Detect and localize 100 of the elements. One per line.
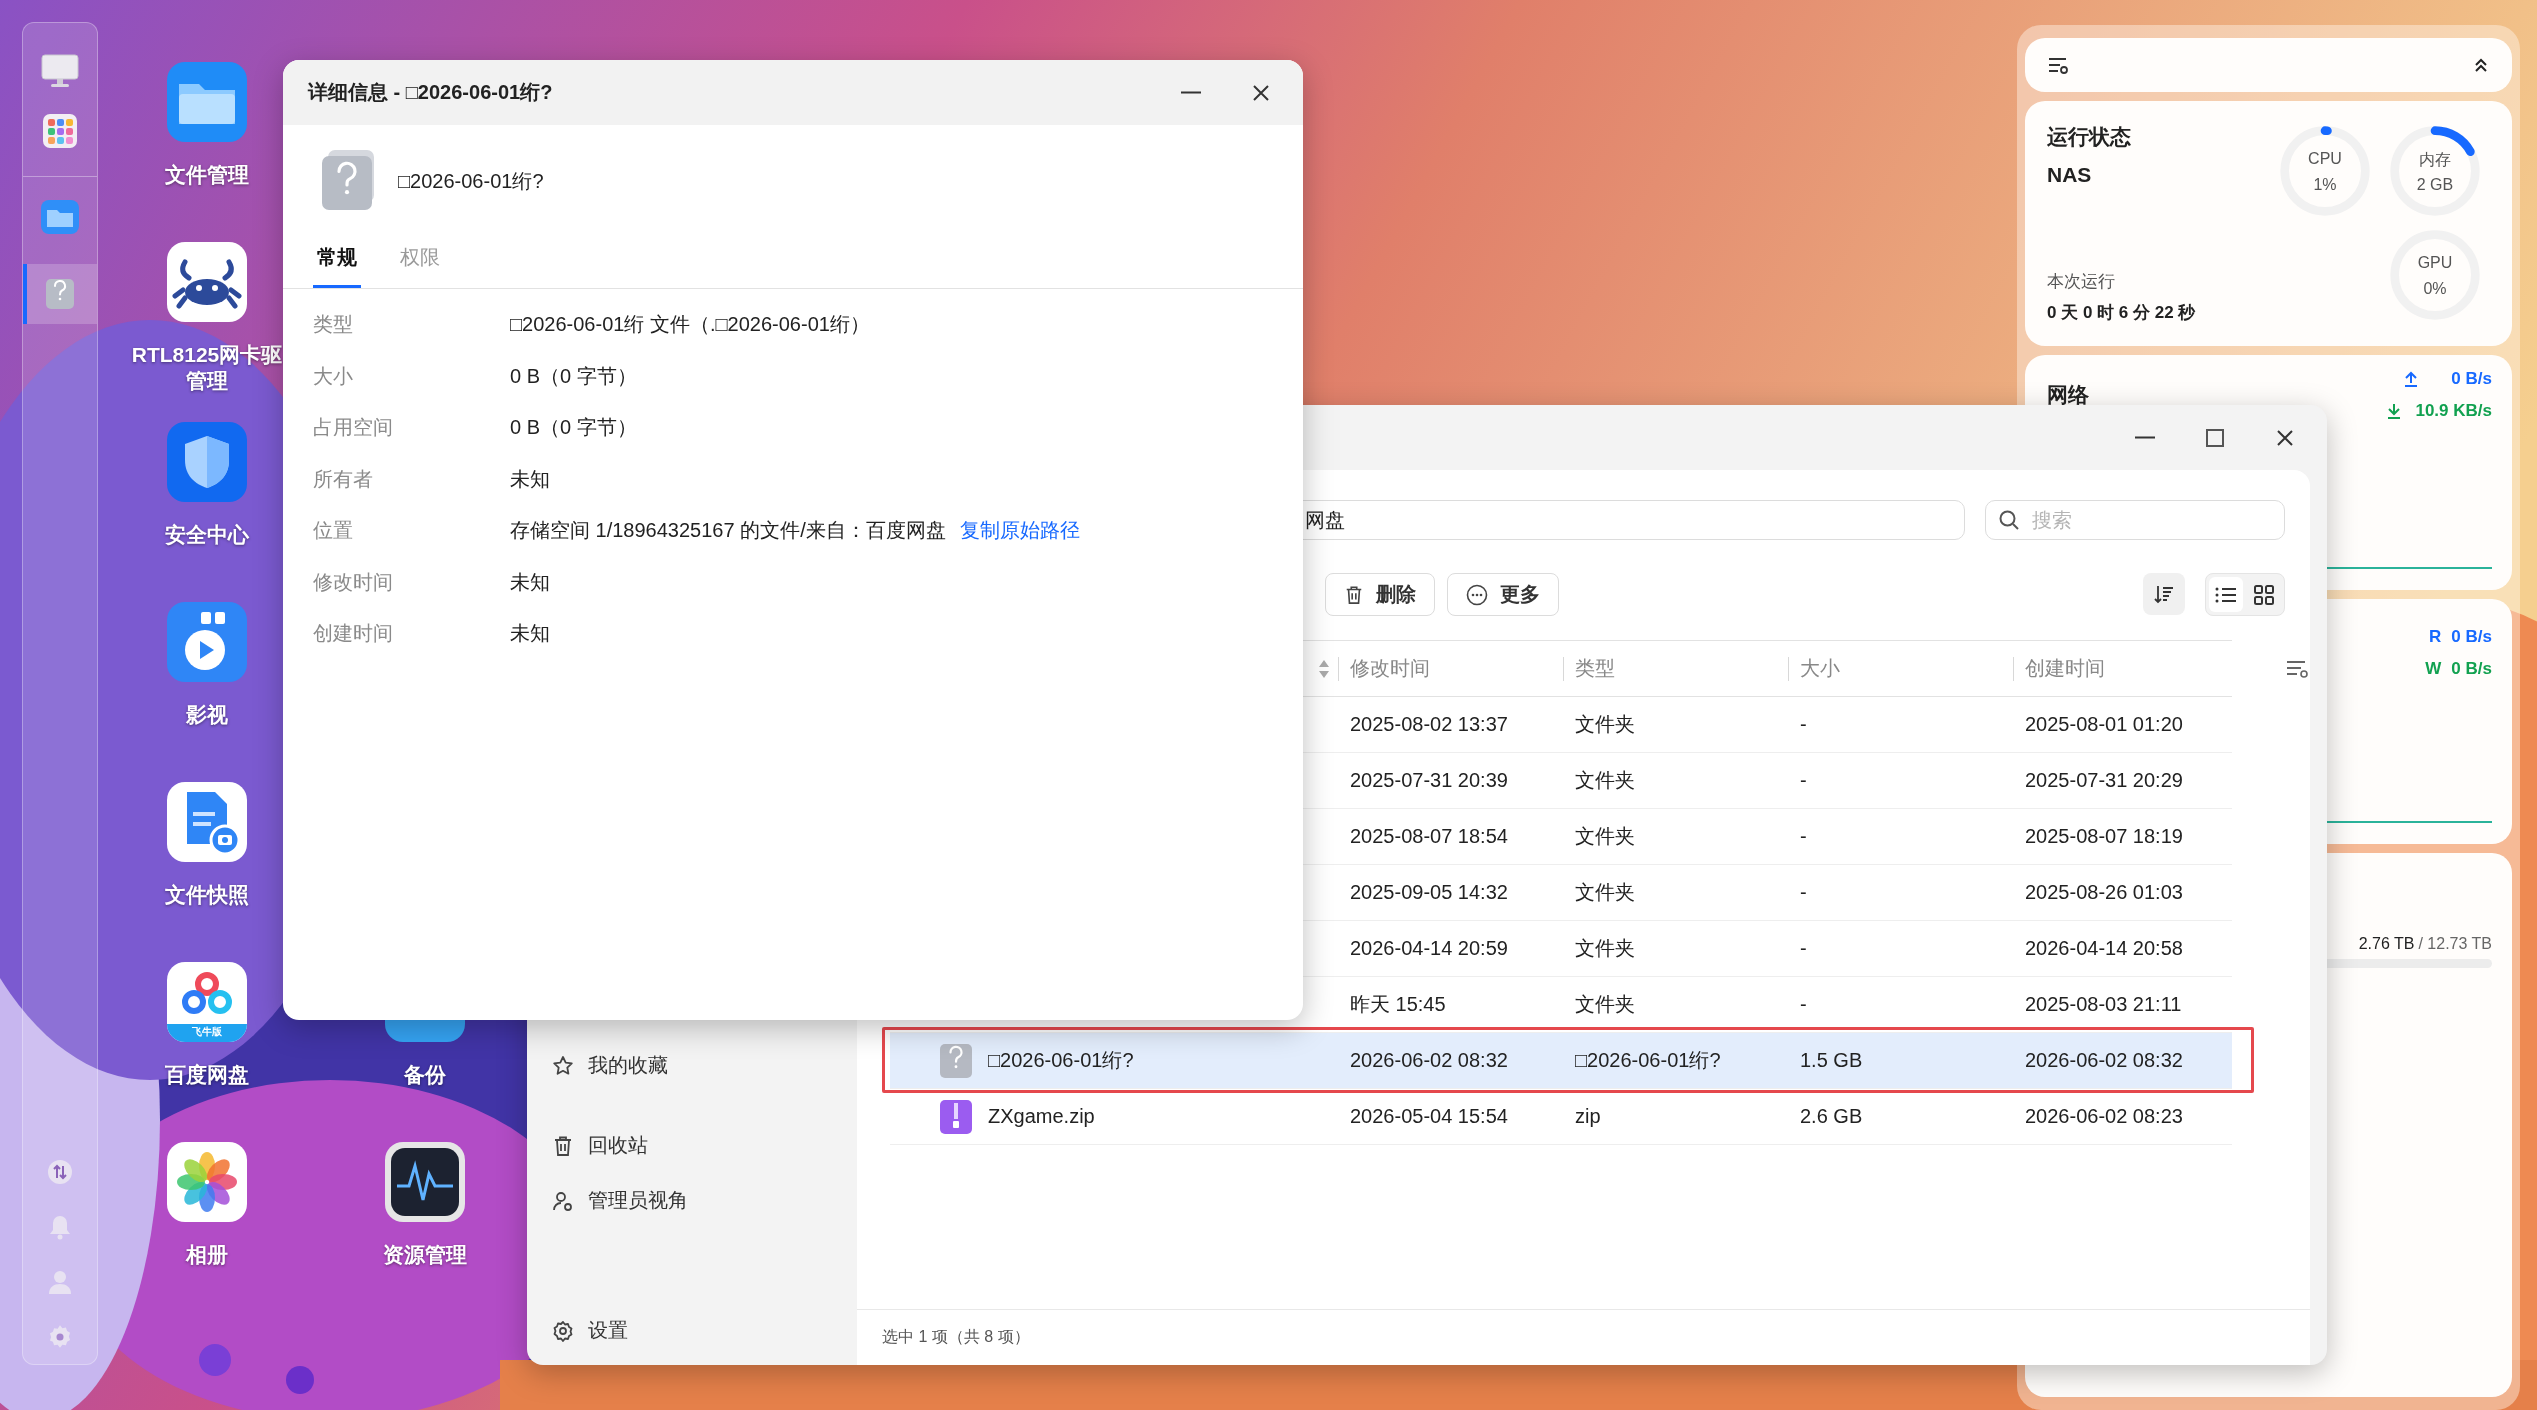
tab[interactable]: 常规 — [313, 244, 361, 288]
document-camera-icon — [167, 782, 247, 862]
table-cell-text: 1.5 GB — [1799, 1048, 1864, 1073]
file-name: □2026-06-01绗? — [988, 1048, 1134, 1073]
minimize-icon — [2135, 436, 2155, 439]
shortcut-label[interactable]: 资源管理 — [383, 1242, 467, 1268]
table-cell-text: 文件夹 — [1574, 992, 1636, 1017]
shortcut-label[interactable]: 安全中心 — [165, 522, 249, 548]
gauge-label: 内存 — [2418, 150, 2452, 170]
table-cell-text: 昨天 15:45 — [1349, 992, 1447, 1017]
status-bar: 选中 1 项（共 8 项） — [857, 1309, 2310, 1365]
table-cell-text: 2025-08-07 18:19 — [2024, 824, 2184, 849]
waveform-icon — [385, 1142, 465, 1222]
table-cell-text: □2026-06-01绗? — [1574, 1048, 1722, 1073]
transfer-icon[interactable] — [47, 1158, 73, 1185]
property-value: 0 B（0 字节） — [510, 363, 637, 389]
table-cell-text: 文件夹 — [1574, 712, 1636, 737]
shortcut-label[interactable]: 百度网盘 — [165, 1062, 249, 1088]
folder-icon — [167, 62, 247, 142]
dock-item[interactable] — [23, 264, 97, 324]
file-name: □2026-06-01绗? — [398, 168, 544, 194]
search-icon — [1998, 509, 2020, 531]
gauge-label: CPU — [2307, 150, 2343, 168]
property-label: 所有者 — [313, 466, 374, 492]
shortcut-label[interactable]: 文件管理 — [165, 162, 249, 188]
table-cell-text: 2026-04-14 20:59 — [1349, 936, 1509, 961]
table-cell-text: - — [1799, 824, 1808, 849]
unknown-file-icon — [46, 279, 74, 309]
more-button[interactable]: 更多 — [1447, 573, 1559, 616]
table-cell-text: 2025-08-26 01:03 — [2024, 880, 2184, 905]
property-value: 未知 — [510, 621, 550, 647]
sidebar-item[interactable]: 我的收藏 — [527, 1038, 857, 1093]
delete-button[interactable]: 删除 — [1325, 573, 1435, 616]
table-cell-text: 2026-05-04 15:54 — [1349, 1104, 1509, 1129]
sidebar-item[interactable]: 回收站 — [527, 1118, 857, 1173]
property-value: 未知 — [510, 466, 550, 492]
uptime-label: 本次运行 — [2047, 271, 2116, 293]
file-name: ZXgame.zip — [988, 1105, 1095, 1128]
grid-icon — [2253, 583, 2275, 606]
table-cell-text: 2025-08-07 18:54 — [1349, 824, 1509, 849]
storage-used: 2.76 TB — [2358, 935, 2415, 953]
settings-icon — [552, 1319, 574, 1342]
table-row[interactable]: ZXgame.zip 2026-05-04 15:54 zip 2.6 GB 2026-06-02 08:23 — [890, 1089, 2232, 1145]
table-cell-text: 文件夹 — [1574, 824, 1636, 849]
shortcut-label[interactable]: 影视 — [186, 702, 228, 728]
column-settings-icon[interactable] — [2285, 658, 2309, 680]
table-cell-text: - — [1799, 880, 1808, 905]
shield-icon — [167, 422, 247, 502]
unknown-file-icon — [940, 1043, 972, 1078]
trash-icon — [552, 1134, 574, 1157]
write-label: W — [2425, 659, 2442, 679]
gauge-reading: 1% — [2312, 176, 2338, 194]
property-value: 存储空间 1/18964325167 的文件/来自：百度网盘 — [510, 518, 946, 544]
table-cell-text: - — [1799, 936, 1808, 961]
sort-button[interactable] — [2143, 573, 2185, 615]
crab-icon — [167, 242, 247, 322]
icon-badge-text: 飞牛版 — [191, 1025, 223, 1039]
upload-icon — [2404, 371, 2418, 387]
sidebar-item[interactable]: 管理员视角 — [527, 1173, 857, 1228]
search-field[interactable]: 搜索 — [1985, 500, 2285, 540]
table-cell-text: 文件夹 — [1574, 768, 1636, 793]
storage-total: / 12.73 TB — [2418, 935, 2492, 953]
read-label: R — [2429, 627, 2442, 647]
property-label: 类型 — [313, 312, 354, 338]
table-cell-text: 2025-08-01 01:20 — [2024, 712, 2184, 737]
user-gear-icon — [552, 1189, 574, 1212]
shortcut-label[interactable]: RTL8125网卡驱 管理 — [131, 342, 283, 394]
shortcut-label[interactable]: 文件快照 — [165, 882, 249, 908]
minimize-icon — [1181, 91, 1201, 94]
app-grid-icon — [43, 114, 77, 148]
table-cell-text: 2025-07-31 20:29 — [2024, 768, 2184, 793]
settings-icon[interactable] — [47, 1323, 73, 1350]
table-cell-text: - — [1799, 992, 1808, 1017]
zip-file-icon — [940, 1099, 972, 1134]
table-cell-text: 2026-06-02 08:23 — [2024, 1104, 2184, 1129]
device-name: NAS — [2047, 163, 2093, 187]
copy-path-link[interactable]: 复制原始路径 — [959, 517, 1080, 545]
cloud-rings-icon — [167, 962, 247, 1042]
star-icon — [552, 1054, 574, 1077]
property-value: 0 B（0 字节） — [510, 415, 637, 441]
property-value: 未知 — [510, 569, 550, 595]
table-cell-text: 2025-08-02 13:37 — [1349, 712, 1509, 737]
table-cell-text: 2025-09-05 14:32 — [1349, 880, 1509, 905]
shortcut-label[interactable]: 相册 — [186, 1242, 228, 1268]
filter-settings-icon[interactable] — [2047, 55, 2069, 75]
sort-icon — [2153, 583, 2175, 605]
gauge-label: GPU — [2416, 254, 2454, 272]
video-play-icon — [167, 602, 247, 682]
table-row[interactable]: □2026-06-01绗? 2026-06-02 08:32 □2026-06-01绗? 1.5 GB 2026-06-02 08:32 — [890, 1033, 2232, 1089]
table-cell-text: 2026-06-02 08:32 — [1349, 1048, 1509, 1073]
trash-icon — [1344, 584, 1364, 605]
sidebar-item[interactable]: 设置 — [527, 1303, 857, 1358]
shortcut-label[interactable]: 备份 — [404, 1062, 446, 1088]
folder-icon — [41, 200, 79, 234]
table-cell-text: 2025-08-03 21:11 — [2024, 992, 2183, 1017]
upload-speed: 0 B/s — [2450, 369, 2492, 389]
list-view-button[interactable] — [2209, 577, 2243, 612]
uptime-value: 0 天 0 时 6 分 22 秒 — [2047, 302, 2197, 324]
gauge-reading: 2 GB — [2415, 176, 2455, 194]
flower-icon — [167, 1142, 247, 1222]
